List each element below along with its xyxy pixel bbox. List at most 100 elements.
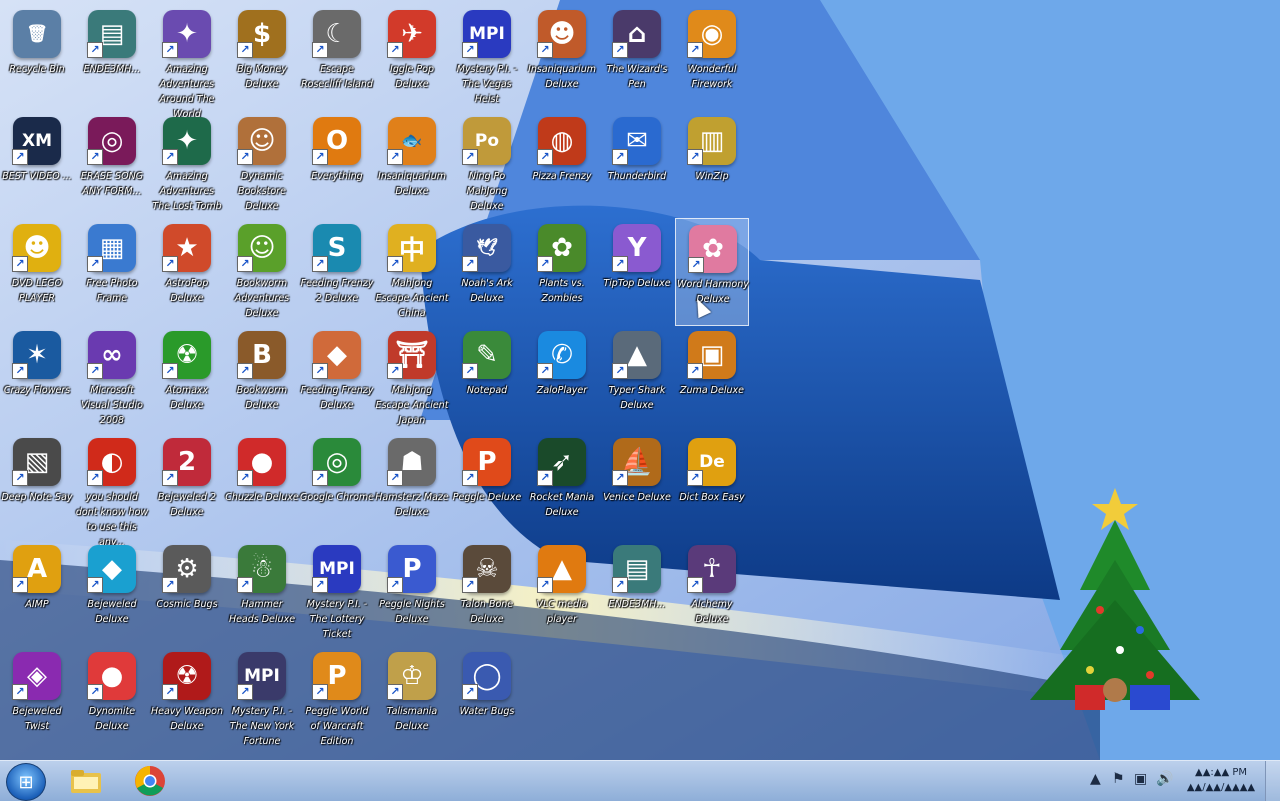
desktop-icon-microsoft-visual-studio-2008[interactable]: ∞ ↗ Microsoft Visual Studio 2008: [75, 325, 149, 433]
desktop-icon-peggle-nights-deluxe[interactable]: P ↗ Peggle Nights Deluxe: [375, 539, 449, 647]
christmas-tree-gadget[interactable]: [1020, 480, 1220, 720]
desktop-icon-hamsterz-maze-deluxe[interactable]: ☗ ↗ Hamsterz Maze Deluxe: [375, 432, 449, 540]
desktop-icon-label: Amazing Adventures The Lost Tomb: [152, 171, 222, 212]
desktop-icon-label: The Wizard's Pen: [606, 64, 668, 90]
show-hidden-icons-icon[interactable]: ▲: [1090, 771, 1101, 787]
clock-date: ▲▲/▲▲/▲▲▲▲: [1186, 782, 1256, 793]
desktop-icon-label: Thunderbird: [607, 171, 667, 182]
desktop-icon-insaniquarium-deluxe[interactable]: ☻ ↗ Insaniquarium Deluxe: [525, 4, 599, 112]
shortcut-arrow-icon: ↗: [237, 684, 253, 700]
desktop-icon-iggle-pop-deluxe[interactable]: ✈ ↗ Iggle Pop Deluxe: [375, 4, 449, 112]
desktop-icon-dvd-lego-player[interactable]: ☻ ↗ DVD LEGO PLAYER: [0, 218, 74, 326]
system-clock[interactable]: ▲▲:▲▲ PM ▲▲/▲▲/▲▲▲▲: [1186, 765, 1256, 795]
start-button[interactable]: ⊞: [6, 763, 46, 801]
desktop-icon-label: Feeding Frenzy Deluxe: [300, 385, 374, 411]
desktop-icon-label: Bejeweled Deluxe: [87, 599, 137, 625]
shortcut-arrow-icon: ↗: [312, 470, 328, 486]
desktop-icon-escape-rosecliff-island[interactable]: ☾ ↗ Escape Rosecliff Island: [300, 4, 374, 112]
desktop-icon-cosmic-bugs[interactable]: ⚙ ↗ Cosmic Bugs: [150, 539, 224, 647]
desktop-icon-talon-bone-deluxe[interactable]: ☠ ↗ Talon Bone Deluxe: [450, 539, 524, 647]
desktop-icon-water-bugs[interactable]: ◯ ↗ Water Bugs: [450, 646, 524, 754]
desktop-icon-label: Word Harmony Deluxe: [677, 279, 749, 305]
shortcut-arrow-icon: ↗: [237, 149, 253, 165]
desktop-icon-bejeweled-twist[interactable]: ◈ ↗ Bejeweled Twist: [0, 646, 74, 754]
desktop-icon-insaniquarium-deluxe[interactable]: 🐟 ↗ Insaniquarium Deluxe: [375, 111, 449, 219]
desktop-icon-peggle-deluxe[interactable]: P ↗ Peggle Deluxe: [450, 432, 524, 540]
desktop-icon-recycle-bin[interactable]: 🗑 Recycle Bin: [0, 4, 74, 112]
google-chrome-taskbar-icon[interactable]: [124, 764, 176, 798]
desktop-icon-bejeweled-deluxe[interactable]: ◆ ↗ Bejeweled Deluxe: [75, 539, 149, 647]
desktop-icon-label: Insaniquarium Deluxe: [378, 171, 446, 197]
shortcut-arrow-icon: ↗: [612, 577, 628, 593]
desktop-icon-amazing-adventures-around-the-world[interactable]: ✦ ↗ Amazing Adventures Around The World: [150, 4, 224, 120]
desktop-icon-word-harmony-deluxe[interactable]: ✿ ↗ Word Harmony Deluxe: [675, 218, 749, 326]
shortcut-arrow-icon: ↗: [162, 684, 178, 700]
desktop-icon-free-photo-frame[interactable]: ▦ ↗ Free Photo Frame: [75, 218, 149, 326]
desktop-icon-label: Typer Shark Deluxe: [608, 385, 666, 411]
desktop-icon-mystery-p-i-the-lottery-ticket[interactable]: MPI ↗ Mystery P.I. - The Lottery Ticket: [300, 539, 374, 647]
desktop-icon-alchemy-deluxe[interactable]: ☥ ↗ Alchemy Deluxe: [675, 539, 749, 647]
desktop-icon-plants-vs-zombies[interactable]: ✿ ↗ Plants vs. Zombies: [525, 218, 599, 326]
volume-icon[interactable]: 🔊: [1156, 771, 1173, 787]
desktop-icon-google-chrome[interactable]: ◎ ↗ Google Chrome: [300, 432, 374, 540]
desktop-icon-bookworm-adventures-deluxe[interactable]: ☺ ↗ Bookworm Adventures Deluxe: [225, 218, 299, 326]
desktop-icon-bejeweled-2-deluxe[interactable]: 2 ↗ Bejeweled 2 Deluxe: [150, 432, 224, 540]
desktop-icon-rocket-mania-deluxe[interactable]: ➶ ↗ Rocket Mania Deluxe: [525, 432, 599, 540]
desktop-icon-aimp[interactable]: A ↗ AIMP: [0, 539, 74, 647]
desktop-icon-erase-song-any-form[interactable]: ◎ ↗ ERASE SONG ANY FORM...: [75, 111, 149, 219]
desktop-icon-label: Hammer Heads Deluxe: [228, 599, 296, 625]
desktop[interactable]: 🗑 Recycle Bin ▤ ↗ ENDE3MH... ✦ ↗ Amazing Advent…: [0, 0, 1280, 760]
desktop-icon-dynomite-deluxe[interactable]: ● ↗ Dynomite Deluxe: [75, 646, 149, 754]
desktop-icon-ning-po-mahjong-deluxe[interactable]: Po ↗ Ning Po MahJong Deluxe: [450, 111, 524, 219]
desktop-icon-label: Talon Bone Deluxe: [460, 599, 514, 625]
desktop-icon-venice-deluxe[interactable]: ⛵ ↗ Venice Deluxe: [600, 432, 674, 540]
desktop-icon-best-video[interactable]: XM ↗ BEST VIDEO ...: [0, 111, 74, 219]
file-explorer-taskbar-icon[interactable]: [60, 764, 112, 798]
desktop-icon-tiptop-deluxe[interactable]: Y ↗ TipTop Deluxe: [600, 218, 674, 326]
desktop-icon-ende3mh[interactable]: ▤ ↗ ENDE3MH...: [600, 539, 674, 647]
desktop-icon-vlc-media-player[interactable]: ▲ ↗ VLC media player: [525, 539, 599, 647]
desktop-icon-peggle-world-of-warcraft-edition[interactable]: P ↗ Peggle World of Warcraft Edition: [300, 646, 374, 754]
desktop-icon-everything[interactable]: O ↗ Everything: [300, 111, 374, 219]
desktop-icon-chuzzle-deluxe[interactable]: ● ↗ Chuzzle Deluxe: [225, 432, 299, 540]
desktop-icon-dynamic-bookstore-deluxe[interactable]: ☺ ↗ Dynamic Bookstore Deluxe: [225, 111, 299, 219]
desktop-icon-big-money-deluxe[interactable]: $ ↗ Big Money Deluxe: [225, 4, 299, 112]
desktop-icon-the-wizard-s-pen[interactable]: ⌂ ↗ The Wizard's Pen: [600, 4, 674, 112]
desktop-icon-zuma-deluxe[interactable]: ▣ ↗ Zuma Deluxe: [675, 325, 749, 433]
desktop-icon-typer-shark-deluxe[interactable]: ▲ ↗ Typer Shark Deluxe: [600, 325, 674, 433]
desktop-icon-winzip[interactable]: ▥ ↗ WinZip: [675, 111, 749, 219]
shortcut-arrow-icon: ↗: [162, 363, 178, 379]
shortcut-arrow-icon: ↗: [612, 42, 628, 58]
desktop-icon-ende3mh[interactable]: ▤ ↗ ENDE3MH...: [75, 4, 149, 112]
shortcut-arrow-icon: ↗: [237, 42, 253, 58]
desktop-icon-talismania-deluxe[interactable]: ♔ ↗ Talismania Deluxe: [375, 646, 449, 754]
action-center-icon[interactable]: ⚑: [1112, 771, 1125, 787]
desktop-icon-mystery-p-i-the-new-york-fortune[interactable]: MPI ↗ Mystery P.I. - The New York Fortune: [225, 646, 299, 754]
desktop-icon-crazy-flowers[interactable]: ✶ ↗ Crazy Flowers: [0, 325, 74, 433]
desktop-icon-pizza-frenzy[interactable]: ◍ ↗ Pizza Frenzy: [525, 111, 599, 219]
desktop-icon-deep-note-say[interactable]: ▧ ↗ Deep Note Say: [0, 432, 74, 540]
desktop-icon-atomaxx-deluxe[interactable]: ☢ ↗ Atomaxx Deluxe: [150, 325, 224, 433]
desktop-icon-zaloplayer[interactable]: ✆ ↗ ZaloPlayer: [525, 325, 599, 433]
desktop-icon-mahjong-escape-ancient-japan[interactable]: ⛩ ↗ Mahjong Escape Ancient Japan: [375, 325, 449, 433]
desktop-icon-feeding-frenzy-2-deluxe[interactable]: S ↗ Feeding Frenzy 2 Deluxe: [300, 218, 374, 326]
desktop-icon-feeding-frenzy-deluxe[interactable]: ◆ ↗ Feeding Frenzy Deluxe: [300, 325, 374, 433]
desktop-icon-noah-s-ark-deluxe[interactable]: 🕊 ↗ Noah's Ark Deluxe: [450, 218, 524, 326]
desktop-icon-hammer-heads-deluxe[interactable]: ☃ ↗ Hammer Heads Deluxe: [225, 539, 299, 647]
desktop-icon-notepad[interactable]: ✎ ↗ Notepad: [450, 325, 524, 433]
desktop-icon-mahjong-escape-ancient-china[interactable]: 中 ↗ Mahjong Escape Ancient China: [375, 218, 449, 326]
desktop-icon-heavy-weapon-deluxe[interactable]: ☢ ↗ Heavy Weapon Deluxe: [150, 646, 224, 754]
desktop-icon-dict-box-easy[interactable]: De ↗ Dict Box Easy: [675, 432, 749, 540]
shortcut-arrow-icon: ↗: [387, 149, 403, 165]
desktop-icon-wonderful-firework[interactable]: ◉ ↗ Wonderful Firework: [675, 4, 749, 112]
desktop-icon-astropop-deluxe[interactable]: ★ ↗ AstroPop Deluxe: [150, 218, 224, 326]
desktop-icon-thunderbird[interactable]: ✉ ↗ Thunderbird: [600, 111, 674, 219]
network-icon[interactable]: ▣: [1134, 771, 1147, 787]
desktop-icon-you-should-dont-know-how-to-use-this-any[interactable]: ◐ ↗ you should dont know how to use this a…: [75, 432, 149, 548]
desktop-icon-label: Deep Note Say: [1, 492, 73, 503]
desktop-icon-mystery-p-i-the-vegas-heist[interactable]: MPI ↗ Mystery P.I. - The Vegas Heist: [450, 4, 524, 112]
show-desktop-button[interactable]: [1265, 761, 1280, 801]
desktop-icon-bookworm-deluxe[interactable]: B ↗ Bookworm Deluxe: [225, 325, 299, 433]
desktop-icon-label: ENDE3MH...: [83, 64, 141, 75]
desktop-icon-amazing-adventures-the-lost-tomb[interactable]: ✦ ↗ Amazing Adventures The Lost Tomb: [150, 111, 224, 219]
